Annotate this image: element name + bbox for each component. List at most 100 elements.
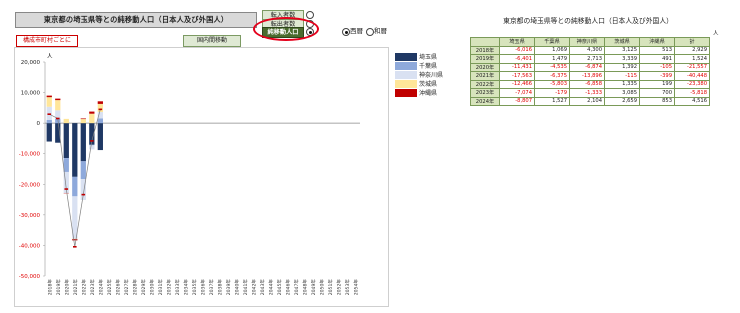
bar-沖縄県 [97,101,103,104]
bar-茨城県 [63,118,69,124]
total-marker [81,193,86,196]
x-tick-label: 2033年 [174,279,181,296]
table-cell: 700 [639,88,675,98]
table-header-cell [470,37,500,47]
x-tick-label: 2019年 [55,279,62,296]
legend-label: 茨城県 [419,81,438,88]
table-cell: -5,818 [674,88,710,98]
table-cell: 513 [639,45,675,55]
legend-label: 埼玉県 [419,54,438,61]
table-cell: -6,375 [534,71,570,81]
legend-item-saitama: 埼玉県 [395,53,443,62]
table-cell: 1,069 [534,45,570,55]
x-tick-label: 2052年 [336,279,343,296]
table-cell: -6,401 [499,54,535,64]
y-tick-label: -20,000 [19,182,41,188]
legend-item-kanagawa: 神奈川県 [395,71,443,80]
legend-label: 沖縄県 [419,90,438,97]
table-cell: -12,466 [499,79,535,89]
table-row-header: 2019年 [470,54,500,64]
table-row: 2024年 -8,807 1,527 2,104 2,659 853 4,516 [470,96,710,106]
table-cell: -5,803 [534,79,570,89]
legend-swatch [395,89,417,97]
x-tick-label: 2051年 [327,279,334,296]
table-cell: -11,431 [499,62,535,72]
x-tick-label: 2038年 [217,279,224,296]
table-cell: -4,535 [534,62,570,72]
x-tick-label: 2043年 [259,279,266,296]
x-tick-label: 2022年 [80,279,87,296]
table-cell: 491 [639,54,675,64]
table-cell: -13,896 [569,71,605,81]
bar-千葉県 [80,161,86,179]
legend-swatch [395,53,417,61]
bar-沖縄県 [80,118,86,120]
bar-千葉県 [97,118,103,124]
table-row-header: 2024年 [470,96,500,106]
bar-茨城県 [55,100,61,111]
table-row: 2020年 -11,431 -4,535 -6,874 1,392 -105 -21,557 [470,62,710,72]
x-tick-label: 2045年 [276,279,283,296]
y-tick-label: 20,000 [21,60,41,66]
table-unit: 人 [713,31,719,37]
total-marker [72,245,77,248]
x-tick-label: 2053年 [344,279,351,296]
table-header-cell: 沖縄県 [639,37,675,47]
table-cell: -8,807 [499,96,535,106]
x-tick-label: 2039年 [225,279,232,296]
total-marker [90,140,94,142]
bar-沖縄県 [46,95,52,98]
table-cell: 1,527 [534,96,570,106]
bar-沖縄県 [55,98,61,101]
total-marker [47,113,52,115]
table-cell: 4,516 [674,96,710,106]
table-title: 東京都の埼玉県等との純移動人口（日本人及び外国人） [503,17,673,25]
x-tick-label: 2048年 [302,279,309,296]
bar-茨城県 [46,97,52,107]
y-tick-label: -40,000 [19,243,41,249]
x-tick-label: 2047年 [293,279,300,296]
table-header-cell: 茨城県 [604,37,640,47]
table-header-cell: 神奈川県 [569,37,605,47]
x-tick-label: 2027年 [123,279,130,296]
x-tick-label: 2028年 [131,279,138,296]
bar-千葉県 [46,119,52,124]
table-row-header: 2023年 [470,88,500,98]
table-cell: -1,333 [569,88,605,98]
table-cell: -6,016 [499,45,535,55]
table-cell: 199 [639,79,675,89]
table-cell: 2,104 [569,96,605,106]
y-tick-label: -50,000 [19,274,41,280]
table-header-cell: 計 [674,37,710,47]
x-tick-label: 2031年 [157,279,164,296]
y-unit-label: 人 [47,53,53,60]
legend-item-chiba: 千葉県 [395,62,443,71]
x-tick-label: 2023年 [89,279,96,296]
table-cell: -40,448 [674,71,710,81]
x-tick-label: 2044年 [268,279,275,296]
table-row: 2019年 -6,401 1,479 2,713 3,339 491 1,524 [470,54,710,64]
total-marker [64,188,69,190]
table-cell: 3,085 [604,88,640,98]
x-tick-label: 2025年 [106,279,113,296]
legend-label: 千葉県 [419,63,438,70]
table-cell: 1,524 [674,54,710,64]
x-tick-label: 2018年 [46,279,53,296]
table-cell: 2,713 [569,54,605,64]
bar-埼玉県 [97,123,103,151]
y-tick-label: 0 [37,121,41,127]
x-tick-label: 2041年 [242,279,249,296]
bar-茨城県 [89,113,95,124]
x-tick-label: 2030年 [148,279,155,296]
x-tick-label: 2034年 [182,279,189,296]
bar-沖縄県 [89,111,95,114]
x-tick-label: 2037年 [208,279,215,296]
table-cell: 1,392 [604,62,640,72]
bar-神奈川県 [46,106,52,120]
table-cell: -105 [639,62,675,72]
bar-埼玉県 [63,123,69,159]
total-marker [55,117,60,120]
y-tick-label: 10,000 [21,91,41,97]
table-row: 2022年 -12,466 -5,803 -6,858 1,335 199 -23,380 [470,79,710,89]
bar-茨城県 [97,103,103,113]
